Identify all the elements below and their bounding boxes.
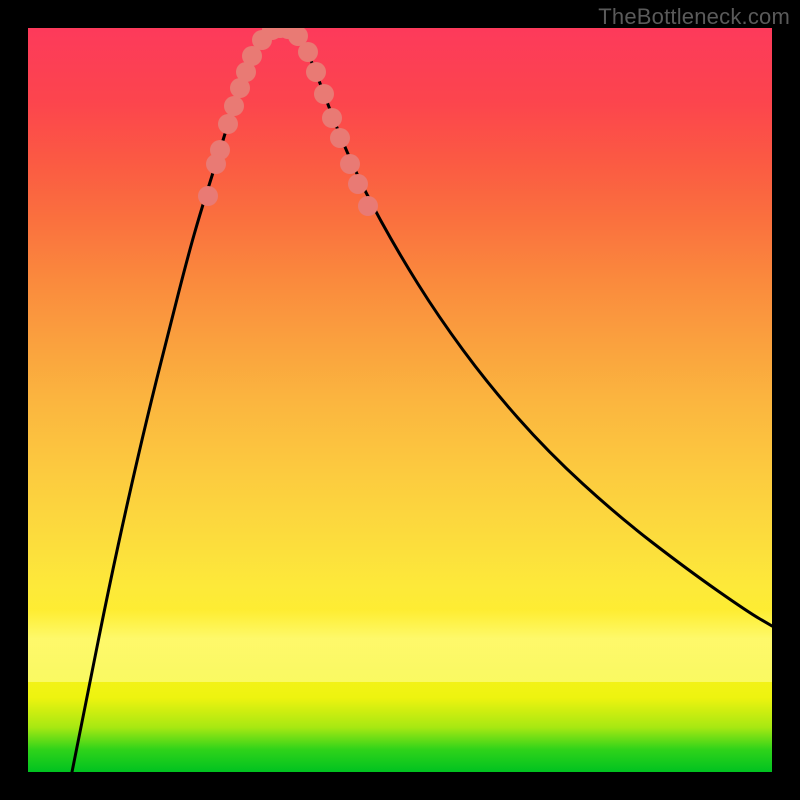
- chart-frame: [28, 28, 772, 772]
- watermark-text: TheBottleneck.com: [598, 4, 790, 30]
- plot-gradient-background: [28, 28, 772, 772]
